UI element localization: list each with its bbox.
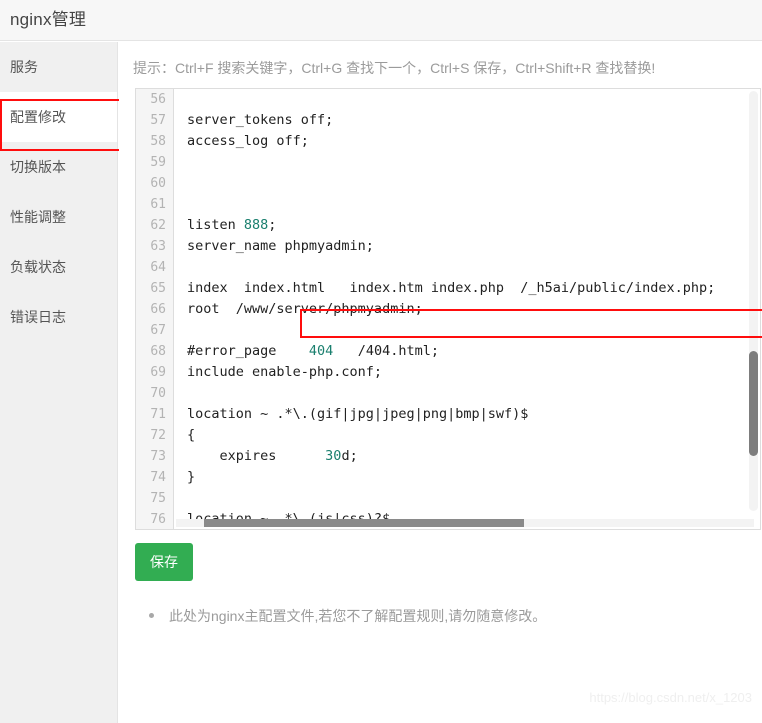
shortcut-hint: 提示：Ctrl+F 搜索关键字，Ctrl+G 查找下一个，Ctrl+S 保存，C… xyxy=(133,60,656,76)
note-text: 此处为nginx主配置文件,若您不了解配置规则,请勿随意修改。 xyxy=(169,608,547,624)
code-line[interactable]: server_tokens off; xyxy=(175,110,760,131)
code-line[interactable] xyxy=(175,488,760,509)
code-line[interactable] xyxy=(175,89,760,110)
line-number: 65 xyxy=(150,281,166,296)
editor-horizontal-scrollbar-thumb[interactable] xyxy=(204,519,524,527)
code-line[interactable]: include enable-php.conf; xyxy=(175,362,760,383)
code-text-tail: d; xyxy=(341,448,358,464)
code-line[interactable]: expires 30d; xyxy=(175,446,760,467)
line-number: 56 xyxy=(150,92,166,107)
page-title: nginx管理 xyxy=(10,10,87,29)
line-number: 68 xyxy=(150,344,166,359)
code-line[interactable] xyxy=(175,173,760,194)
line-number: 61 xyxy=(150,197,166,212)
code-line[interactable]: root /www/server/phpmyadmin; xyxy=(175,299,760,320)
code-line[interactable]: location ~ .*\.(gif|jpg|jpeg|png|bmp|swf… xyxy=(175,404,760,425)
line-number: 64 xyxy=(150,260,166,275)
code-line[interactable]: access_log off; xyxy=(175,131,760,152)
code-line[interactable]: #error_page 404 /404.html; xyxy=(175,341,760,362)
note-list: 此处为nginx主配置文件,若您不了解配置规则,请勿随意修改。 xyxy=(135,605,735,627)
code-line[interactable] xyxy=(175,320,760,341)
line-number: 71 xyxy=(150,407,166,422)
sidebar-item-3[interactable]: 性能调整 xyxy=(0,192,117,242)
code-line[interactable] xyxy=(175,383,760,404)
line-number: 75 xyxy=(150,491,166,506)
nginx-manage-page: nginx管理 服务 配置修改 切换版本 性能调整 负载状态 错误日志 提示：Ctrl+F… xyxy=(0,0,762,723)
note-item: 此处为nginx主配置文件,若您不了解配置规则,请勿随意修改。 xyxy=(135,605,735,627)
code-line[interactable]: index index.html index.htm index.php /_h… xyxy=(175,278,760,299)
config-editor[interactable]: 56 57 58 59 60 61 62 63 64 65 66 67 68 69 70 71 72 73 74 75… xyxy=(135,88,761,530)
sidebar-item-4[interactable]: 负载状态 xyxy=(0,242,117,292)
sidebar-item-2[interactable]: 切换版本 xyxy=(0,142,117,192)
editor-code-area[interactable]: server_tokens off; access_log off; listen … xyxy=(175,89,760,529)
sidebar-item-1[interactable]: 配置修改 xyxy=(0,92,117,142)
watermark: https://blog.csdn.net/x_1203 xyxy=(589,690,752,705)
editor-vertical-scrollbar-thumb[interactable] xyxy=(749,351,758,456)
code-line[interactable] xyxy=(175,194,760,215)
code-line[interactable] xyxy=(175,152,760,173)
sidebar-item-0[interactable]: 服务 xyxy=(0,42,117,92)
line-number: 67 xyxy=(150,323,166,338)
line-number: 76 xyxy=(150,512,166,527)
code-number-token: 404 xyxy=(308,343,334,359)
code-text: expires xyxy=(187,448,326,464)
code-line[interactable]: { xyxy=(175,425,760,446)
code-line[interactable] xyxy=(175,257,760,278)
bullet-icon xyxy=(149,613,154,618)
code-text: listen xyxy=(187,217,244,233)
save-button[interactable]: 保存 xyxy=(135,543,193,581)
line-number: 72 xyxy=(150,428,166,443)
main-content: 提示：Ctrl+F 搜索关键字，Ctrl+G 查找下一个，Ctrl+S 保存，C… xyxy=(119,42,762,723)
line-number: 59 xyxy=(150,155,166,170)
line-number: 63 xyxy=(150,239,166,254)
code-line[interactable]: listen 888; xyxy=(175,215,760,236)
code-line[interactable]: server_name phpmyadmin; xyxy=(175,236,760,257)
sidebar: 服务 配置修改 切换版本 性能调整 负载状态 错误日志 xyxy=(0,42,118,723)
sidebar-item-5[interactable]: 错误日志 xyxy=(0,292,117,342)
code-number-token: 888 xyxy=(243,217,269,233)
line-number: 69 xyxy=(150,365,166,380)
line-number: 58 xyxy=(150,134,166,149)
line-number: 73 xyxy=(150,449,166,464)
line-number: 66 xyxy=(150,302,166,317)
code-text-tail: ; xyxy=(268,217,277,233)
line-number: 74 xyxy=(150,470,166,485)
line-number: 70 xyxy=(150,386,166,401)
code-line[interactable]: } xyxy=(175,467,760,488)
editor-gutter: 56 57 58 59 60 61 62 63 64 65 66 67 68 69 70 71 72 73 74 75… xyxy=(136,89,174,529)
line-number: 62 xyxy=(150,218,166,233)
line-number: 57 xyxy=(150,113,166,128)
code-number-token: 30 xyxy=(325,448,342,464)
code-text: #error_page xyxy=(187,343,309,359)
app-header: nginx管理 xyxy=(0,0,762,41)
code-text-tail: /404.html; xyxy=(333,343,439,359)
line-number: 60 xyxy=(150,176,166,191)
